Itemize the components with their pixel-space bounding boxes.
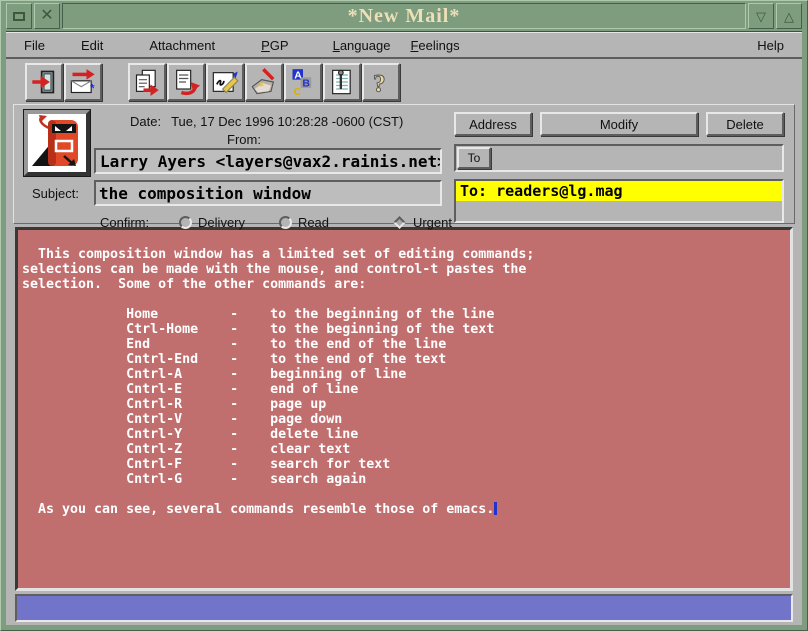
notes-clip-icon — [328, 68, 356, 96]
read-radio[interactable] — [279, 216, 292, 229]
question-mark-icon: ? — [367, 68, 395, 96]
abc-letters-icon: A B C — [289, 68, 317, 96]
compose-button[interactable] — [206, 63, 244, 101]
svg-text:C: C — [294, 85, 302, 95]
confirm-row: Confirm: Delivery Read Urgent — [100, 215, 452, 230]
delivery-label: Delivery — [198, 215, 245, 230]
to-button[interactable]: To — [457, 147, 491, 169]
subject-row: Subject: the composition window — [14, 180, 452, 206]
composition-text: This composition window has a limited se… — [18, 230, 790, 523]
message-header-panel: Date: Tue, 17 Dec 1996 10:28:28 -0600 (CS… — [13, 104, 795, 224]
modify-button[interactable]: Modify — [540, 112, 698, 136]
menu-help[interactable]: Help — [753, 35, 788, 56]
subject-field[interactable]: the composition window — [94, 180, 442, 206]
from-value: Larry Ayers <layers@vax2.rainis.net> — [100, 152, 442, 171]
urgent-toggle[interactable] — [393, 216, 406, 229]
date-row: Date: Tue, 17 Dec 1996 10:28:28 -0600 (CS… — [130, 114, 452, 129]
svg-text:*: * — [90, 82, 95, 95]
toolbar: * — [6, 59, 802, 104]
svg-text:?: ? — [373, 68, 386, 96]
sign-button[interactable] — [245, 63, 283, 101]
delivery-radio[interactable] — [179, 216, 192, 229]
address-button[interactable]: Address — [454, 112, 532, 136]
date-label: Date: — [130, 114, 161, 129]
from-label: From: — [94, 132, 394, 147]
from-field[interactable]: Larry Ayers <layers@vax2.rainis.net> — [94, 148, 442, 174]
help-button[interactable]: ? — [362, 63, 400, 101]
close-button[interactable]: ✕ — [34, 3, 60, 29]
address-button-row: Address Modify Delete — [454, 112, 784, 136]
to-row: To — [454, 144, 784, 172]
menubar: File Edit Attachment PGP Language Feelin… — [6, 32, 802, 59]
app-surface: File Edit Attachment PGP Language Feelin… — [6, 31, 802, 625]
urgent-label: Urgent — [413, 215, 452, 230]
composition-area[interactable]: This composition window has a limited se… — [15, 227, 793, 591]
recipient-list[interactable]: To: readers@lg.mag — [454, 179, 784, 223]
send-envelope-icon: * — [69, 68, 97, 96]
window-title: *New Mail* — [348, 5, 461, 28]
sign-hand-pencil-icon — [250, 68, 278, 96]
confirm-label: Confirm: — [100, 215, 149, 230]
menu-file[interactable]: File — [20, 35, 49, 56]
svg-text:B: B — [302, 77, 310, 89]
recipient-item[interactable]: To: readers@lg.mag — [456, 181, 782, 201]
read-label: Read — [298, 215, 329, 230]
forward-doc-icon — [133, 68, 161, 96]
close-icon: ✕ — [40, 8, 53, 24]
maximize-up-icon: △ — [784, 10, 794, 23]
minimize-button[interactable] — [6, 3, 32, 29]
subject-value: the composition window — [99, 184, 311, 203]
title-area[interactable]: *New Mail* — [62, 3, 746, 29]
exit-button[interactable] — [25, 63, 63, 101]
to-input[interactable] — [491, 147, 781, 169]
send-mail-button[interactable]: * — [64, 63, 102, 101]
shade-down-icon: ▽ — [756, 10, 766, 23]
compose-pen-icon — [211, 68, 239, 96]
reply-message-button[interactable] — [167, 63, 205, 101]
xfmail-mailbox-logo — [24, 110, 90, 176]
menu-edit[interactable]: Edit — [77, 35, 107, 56]
maximize-button[interactable]: △ — [776, 3, 802, 29]
body-text: This composition window has a limited se… — [22, 247, 534, 517]
titlebar: ✕ *New Mail* ▽ △ — [6, 3, 802, 29]
exit-door-icon — [30, 68, 58, 96]
minimize-icon — [13, 12, 25, 21]
delete-button[interactable]: Delete — [706, 112, 784, 136]
shade-button[interactable]: ▽ — [748, 3, 774, 29]
header-left-column: Date: Tue, 17 Dec 1996 10:28:28 -0600 (CS… — [14, 105, 452, 223]
new-mail-window: ✕ *New Mail* ▽ △ File Edit Attachment PG… — [0, 0, 808, 631]
spell-check-button[interactable]: A B C — [284, 63, 322, 101]
menu-feelings[interactable]: Feelings — [406, 35, 463, 56]
menu-language[interactable]: Language — [329, 35, 395, 56]
reply-doc-icon — [172, 68, 200, 96]
body-text-cursor — [494, 502, 497, 515]
menu-pgp[interactable]: PGP — [257, 35, 292, 56]
date-value: Tue, 17 Dec 1996 10:28:28 -0600 (CST) — [171, 114, 403, 129]
devil-mailbox-icon — [28, 114, 86, 172]
subject-label: Subject: — [32, 186, 94, 201]
header-right-column: Address Modify Delete To To: readers@lg.… — [454, 105, 784, 223]
notes-button[interactable] — [323, 63, 361, 101]
forward-message-button[interactable] — [128, 63, 166, 101]
menu-attachment[interactable]: Attachment — [145, 35, 219, 56]
status-bar — [15, 594, 793, 622]
